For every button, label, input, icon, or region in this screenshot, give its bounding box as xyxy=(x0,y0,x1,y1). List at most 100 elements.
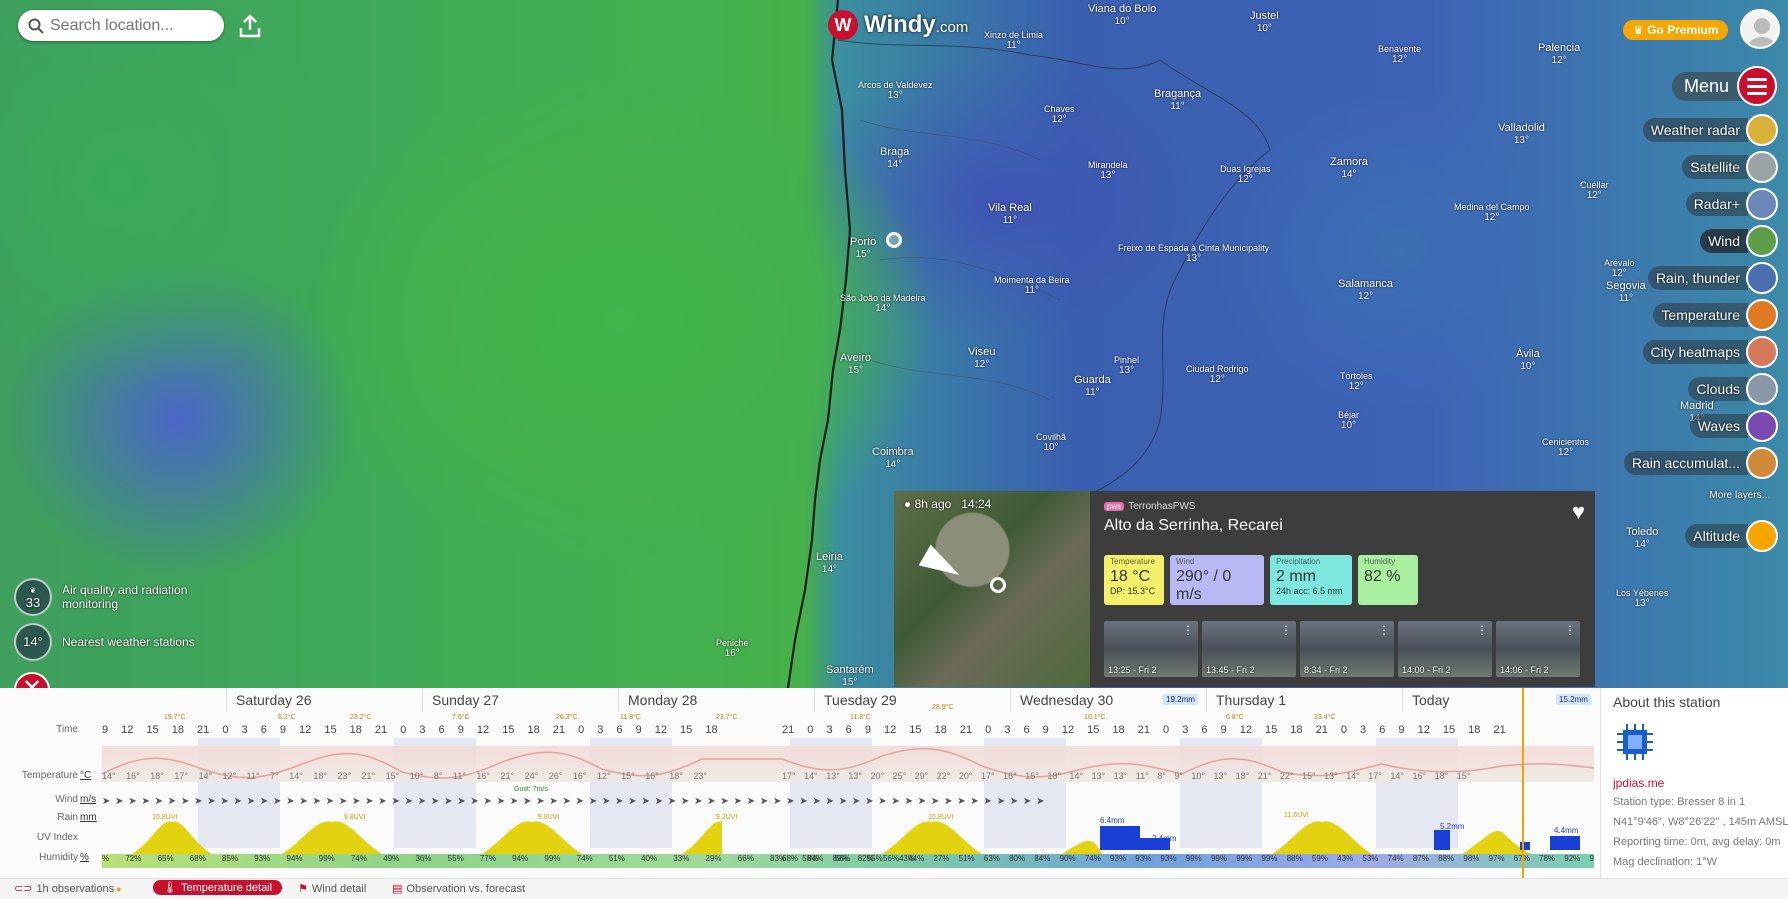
row-label-temperature: Temperature xyxy=(21,770,78,781)
layer-rain-thunder[interactable]: Rain, thunder xyxy=(1647,261,1778,295)
city-label: Santarém 15° xyxy=(826,664,874,688)
unit-temperature[interactable]: °C xyxy=(80,770,91,781)
time-row: 21 0 3 6 9 12 15 18 21 0 3 6 9 12 15 18 … xyxy=(782,724,1506,736)
favorite-heart-icon[interactable]: ♥ xyxy=(1572,499,1585,525)
tab-temperature-detail[interactable]: 🌡 Temperature detail xyxy=(153,880,283,895)
go-premium-button[interactable]: ♛ Go Premium xyxy=(1623,20,1729,40)
windy-logo-icon: W xyxy=(828,10,858,40)
layer-waves[interactable]: Waves xyxy=(1689,409,1778,443)
day-label: Sunday 27 xyxy=(432,692,499,708)
webcam-thumbnail[interactable]: ⋮ 13:25 - Fri 2 xyxy=(1104,621,1198,677)
station-popup: ● 8h ago 14:24 pws TerronhasPWS Alto da S… xyxy=(894,491,1595,687)
user-avatar[interactable] xyxy=(1740,9,1780,49)
tab-1h-observations[interactable]: ⊂⊃ 1h observations ● xyxy=(14,882,122,896)
location-pin-icon xyxy=(990,577,1006,593)
city-label: Covilhã 10° xyxy=(1036,432,1067,453)
search-input[interactable] xyxy=(50,16,210,35)
station-type: Station type: Bresser 8 in 1 xyxy=(1613,796,1746,808)
day-label: Saturday 26 xyxy=(236,692,312,708)
station-title: Alto da Serrinha, Recarei xyxy=(1104,517,1283,534)
city-label: Tórtoles 12° xyxy=(1340,371,1373,392)
now-indicator[interactable] xyxy=(1522,688,1524,878)
timeline-days: Saturday 26 Sunday 27 Monday 28 Tuesday … xyxy=(0,688,1600,712)
layer-weather-radar[interactable]: Weather radar xyxy=(1642,113,1778,147)
webcam-thumbnail[interactable]: ⋮ 14:06 - Fri 2 xyxy=(1496,621,1580,677)
unit-rain[interactable]: mm xyxy=(80,812,97,823)
search-icon xyxy=(28,18,44,34)
layer-altitude[interactable]: Altitude xyxy=(1685,519,1778,553)
city-label: Ciudad Rodrigo 12° xyxy=(1186,364,1249,385)
about-title: About this station xyxy=(1613,694,1721,710)
city-label: Coimbra 14° xyxy=(872,446,914,470)
city-label: Duas Igrejas 12° xyxy=(1220,164,1271,185)
nearest-stations-widget[interactable]: 14° Nearest weather stations xyxy=(14,623,195,661)
city-label: Aveiro 15° xyxy=(840,352,871,376)
bottom-tabs: ⊂⊃ 1h observations ● 🌡 Temperature detail ⚑… xyxy=(0,878,1788,899)
city-label: Cuéllar 12° xyxy=(1580,180,1609,201)
unit-wind[interactable]: m/s xyxy=(80,794,96,805)
station-coordinates: N41°9'46", W8°26'22" , 145m AMSL xyxy=(1613,816,1788,828)
layer-clouds[interactable]: Clouds xyxy=(1688,372,1778,406)
chip-humidity: Humidity 82 % xyxy=(1358,555,1418,605)
wind-arrows-row: ➤ ➤ ➤ ➤ ➤ ➤ ➤ ➤ ➤ ➤ ➤ ➤ ➤ ➤ ➤ ➤ ➤ ➤ ➤ ➤ … xyxy=(102,796,1046,807)
layer-city-heatmaps[interactable]: City heatmaps xyxy=(1642,335,1778,369)
thermometer-icon: 🌡 xyxy=(163,882,177,894)
radar-plus-icon xyxy=(1746,188,1778,220)
flag-icon: ⚑ xyxy=(298,883,308,895)
gust-label: Gust: 7m/s xyxy=(514,786,548,793)
temperature-values: 14° 16° 18° 17° 14° 12° 11° 7° 14° 18° 2… xyxy=(102,771,708,781)
weather-map[interactable]: Viana do Bolo 10° Justel 10° Xinzo de Limi… xyxy=(0,0,1788,688)
city-label: Chaves 12° xyxy=(1044,104,1075,125)
windy-logo[interactable]: W Windy.com xyxy=(828,10,968,40)
air-quality-icon: ❦ 33 xyxy=(14,578,52,616)
waves-icon xyxy=(1746,410,1778,442)
city-label: Medina del Campo 12° xyxy=(1454,202,1530,223)
webcam-thumbnail[interactable]: ⋮ 14:00 - Fri 2 xyxy=(1398,621,1492,677)
station-timeline[interactable]: Saturday 26 Sunday 27 Monday 28 Tuesday … xyxy=(0,688,1600,878)
temperature-values: 17° 14° 13° 13° 20° 25° 29° 22° 20° 17° … xyxy=(782,771,1471,781)
rain-accumulation-icon xyxy=(1746,447,1778,479)
unit-humidity[interactable]: % xyxy=(80,852,89,863)
city-label: Xinzo de Limia 11° xyxy=(984,30,1044,51)
layer-satellite[interactable]: Satellite xyxy=(1682,150,1778,184)
city-label: Béjar 10° xyxy=(1338,410,1360,431)
city-label: Porto 15° xyxy=(850,236,877,260)
city-label: Viana do Bolo 10° xyxy=(1088,3,1157,27)
city-label: Guarda 11° xyxy=(1074,374,1111,398)
tab-observation-vs-forecast[interactable]: ▤ Observation vs. forecast xyxy=(392,882,525,896)
city-label: Salamanca 12° xyxy=(1338,278,1394,302)
day-label: Monday 28 xyxy=(628,692,698,708)
city-label: Arévalo 12° xyxy=(1604,258,1635,279)
station-chip-icon xyxy=(1617,724,1653,760)
observation-time: ● 8h ago 14:24 xyxy=(904,497,992,511)
air-quality-label: Air quality and radiation monitoring xyxy=(62,583,188,611)
webcam-thumbnail[interactable]: ⋮ 8:34 - Fri 2 xyxy=(1300,621,1394,677)
uv-chart xyxy=(132,821,1532,854)
satellite-thumbnail[interactable]: ● 8h ago 14:24 xyxy=(894,491,1090,687)
layer-rain-accumulation[interactable]: Rain accumulat... xyxy=(1623,446,1778,480)
more-layers-link[interactable]: More layers... xyxy=(1709,490,1770,501)
city-label: Viseu 12° xyxy=(968,346,996,370)
air-quality-widget[interactable]: ❦ 33 Air quality and radiation monitoring xyxy=(14,578,192,616)
station-name: pws TerronhasPWS xyxy=(1104,501,1195,512)
station-link[interactable]: jpdias.me xyxy=(1613,776,1664,790)
city-label: Palencia 12° xyxy=(1538,42,1581,66)
reporting-time: Reporting time: 0m, avg delay: 0m xyxy=(1613,836,1781,848)
row-label-time: Time xyxy=(56,724,78,735)
city-label: Arcos de Valdevez 13° xyxy=(858,80,933,101)
about-station-panel: About this station jpdias.me Station typ… xyxy=(1600,688,1788,878)
city-label: Cenicientos 12° xyxy=(1542,437,1590,458)
city-label: Ávila 10° xyxy=(1516,348,1540,372)
tab-wind-detail[interactable]: ⚑ Wind detail xyxy=(298,882,366,896)
weather-radar-icon xyxy=(1746,114,1778,146)
station-marker[interactable] xyxy=(886,232,902,248)
webcam-thumbnail[interactable]: ⋮ 13:45 - Fri 2 xyxy=(1202,621,1296,677)
search-box[interactable] xyxy=(18,10,224,41)
layer-wind[interactable]: Wind xyxy=(1700,224,1778,258)
time-row: 9 12 15 18 21 0 3 6 9 12 15 18 21 0 3 6 … xyxy=(102,724,718,736)
chip-precipitation: Precipitation 2 mm 24h acc: 6.5 mm xyxy=(1270,555,1352,605)
menu-button[interactable]: Menu xyxy=(1672,66,1778,106)
layer-radar-plus[interactable]: Radar+ xyxy=(1685,187,1778,221)
layer-temperature[interactable]: Temperature xyxy=(1653,298,1778,332)
share-icon[interactable] xyxy=(236,12,264,40)
